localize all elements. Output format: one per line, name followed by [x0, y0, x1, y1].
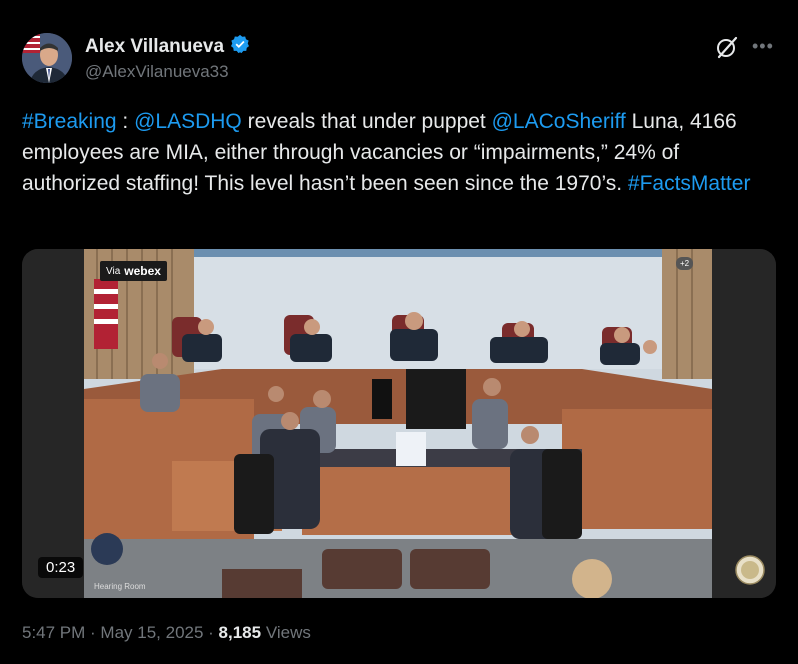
author-display-name[interactable]: Alex Villanueva [85, 36, 224, 58]
tweet-metadata: 5:47 PM · May 15, 2025 · 8,185 Views [22, 623, 311, 643]
webex-brand: webex [124, 264, 161, 278]
tweet-text: #Breaking : @LASDHQ reveals that under p… [22, 106, 782, 199]
hashtag-breaking[interactable]: #Breaking [22, 110, 117, 133]
mention-lasdhq[interactable]: @LASDHQ [134, 110, 242, 133]
video-duration: 0:23 [38, 557, 84, 578]
video-frame [22, 249, 776, 598]
author-name-row[interactable]: Alex Villanueva [85, 34, 250, 59]
text-segment: : [116, 110, 135, 133]
meta-separator: · [85, 623, 101, 642]
cc-badge: +2 [676, 257, 694, 270]
tweet-date[interactable]: May 15, 2025 [100, 623, 203, 642]
tweet-time[interactable]: 5:47 PM [22, 623, 85, 642]
webex-via: Via [106, 265, 121, 277]
verified-badge-icon [230, 34, 250, 59]
video-player[interactable]: Via webex +2 0:23 Hearing Room [22, 249, 776, 598]
views-label: Views [265, 623, 311, 642]
author-handle[interactable]: @AlexVilanueva33 [85, 62, 229, 82]
more-options-icon[interactable]: ••• [752, 36, 774, 57]
webex-overlay: Via webex [100, 261, 167, 281]
county-seal-icon [735, 555, 765, 585]
mention-lacosheriff[interactable]: @LACoSheriff [492, 110, 626, 133]
hashtag-factsmatter[interactable]: #FactsMatter [628, 172, 751, 195]
location-caption: Hearing Room [94, 582, 146, 591]
meta-separator: · [203, 623, 219, 642]
views-count: 8,185 [218, 623, 262, 642]
grok-icon[interactable] [714, 34, 740, 60]
text-segment: reveals that under puppet [241, 110, 492, 133]
author-avatar[interactable] [22, 33, 72, 83]
